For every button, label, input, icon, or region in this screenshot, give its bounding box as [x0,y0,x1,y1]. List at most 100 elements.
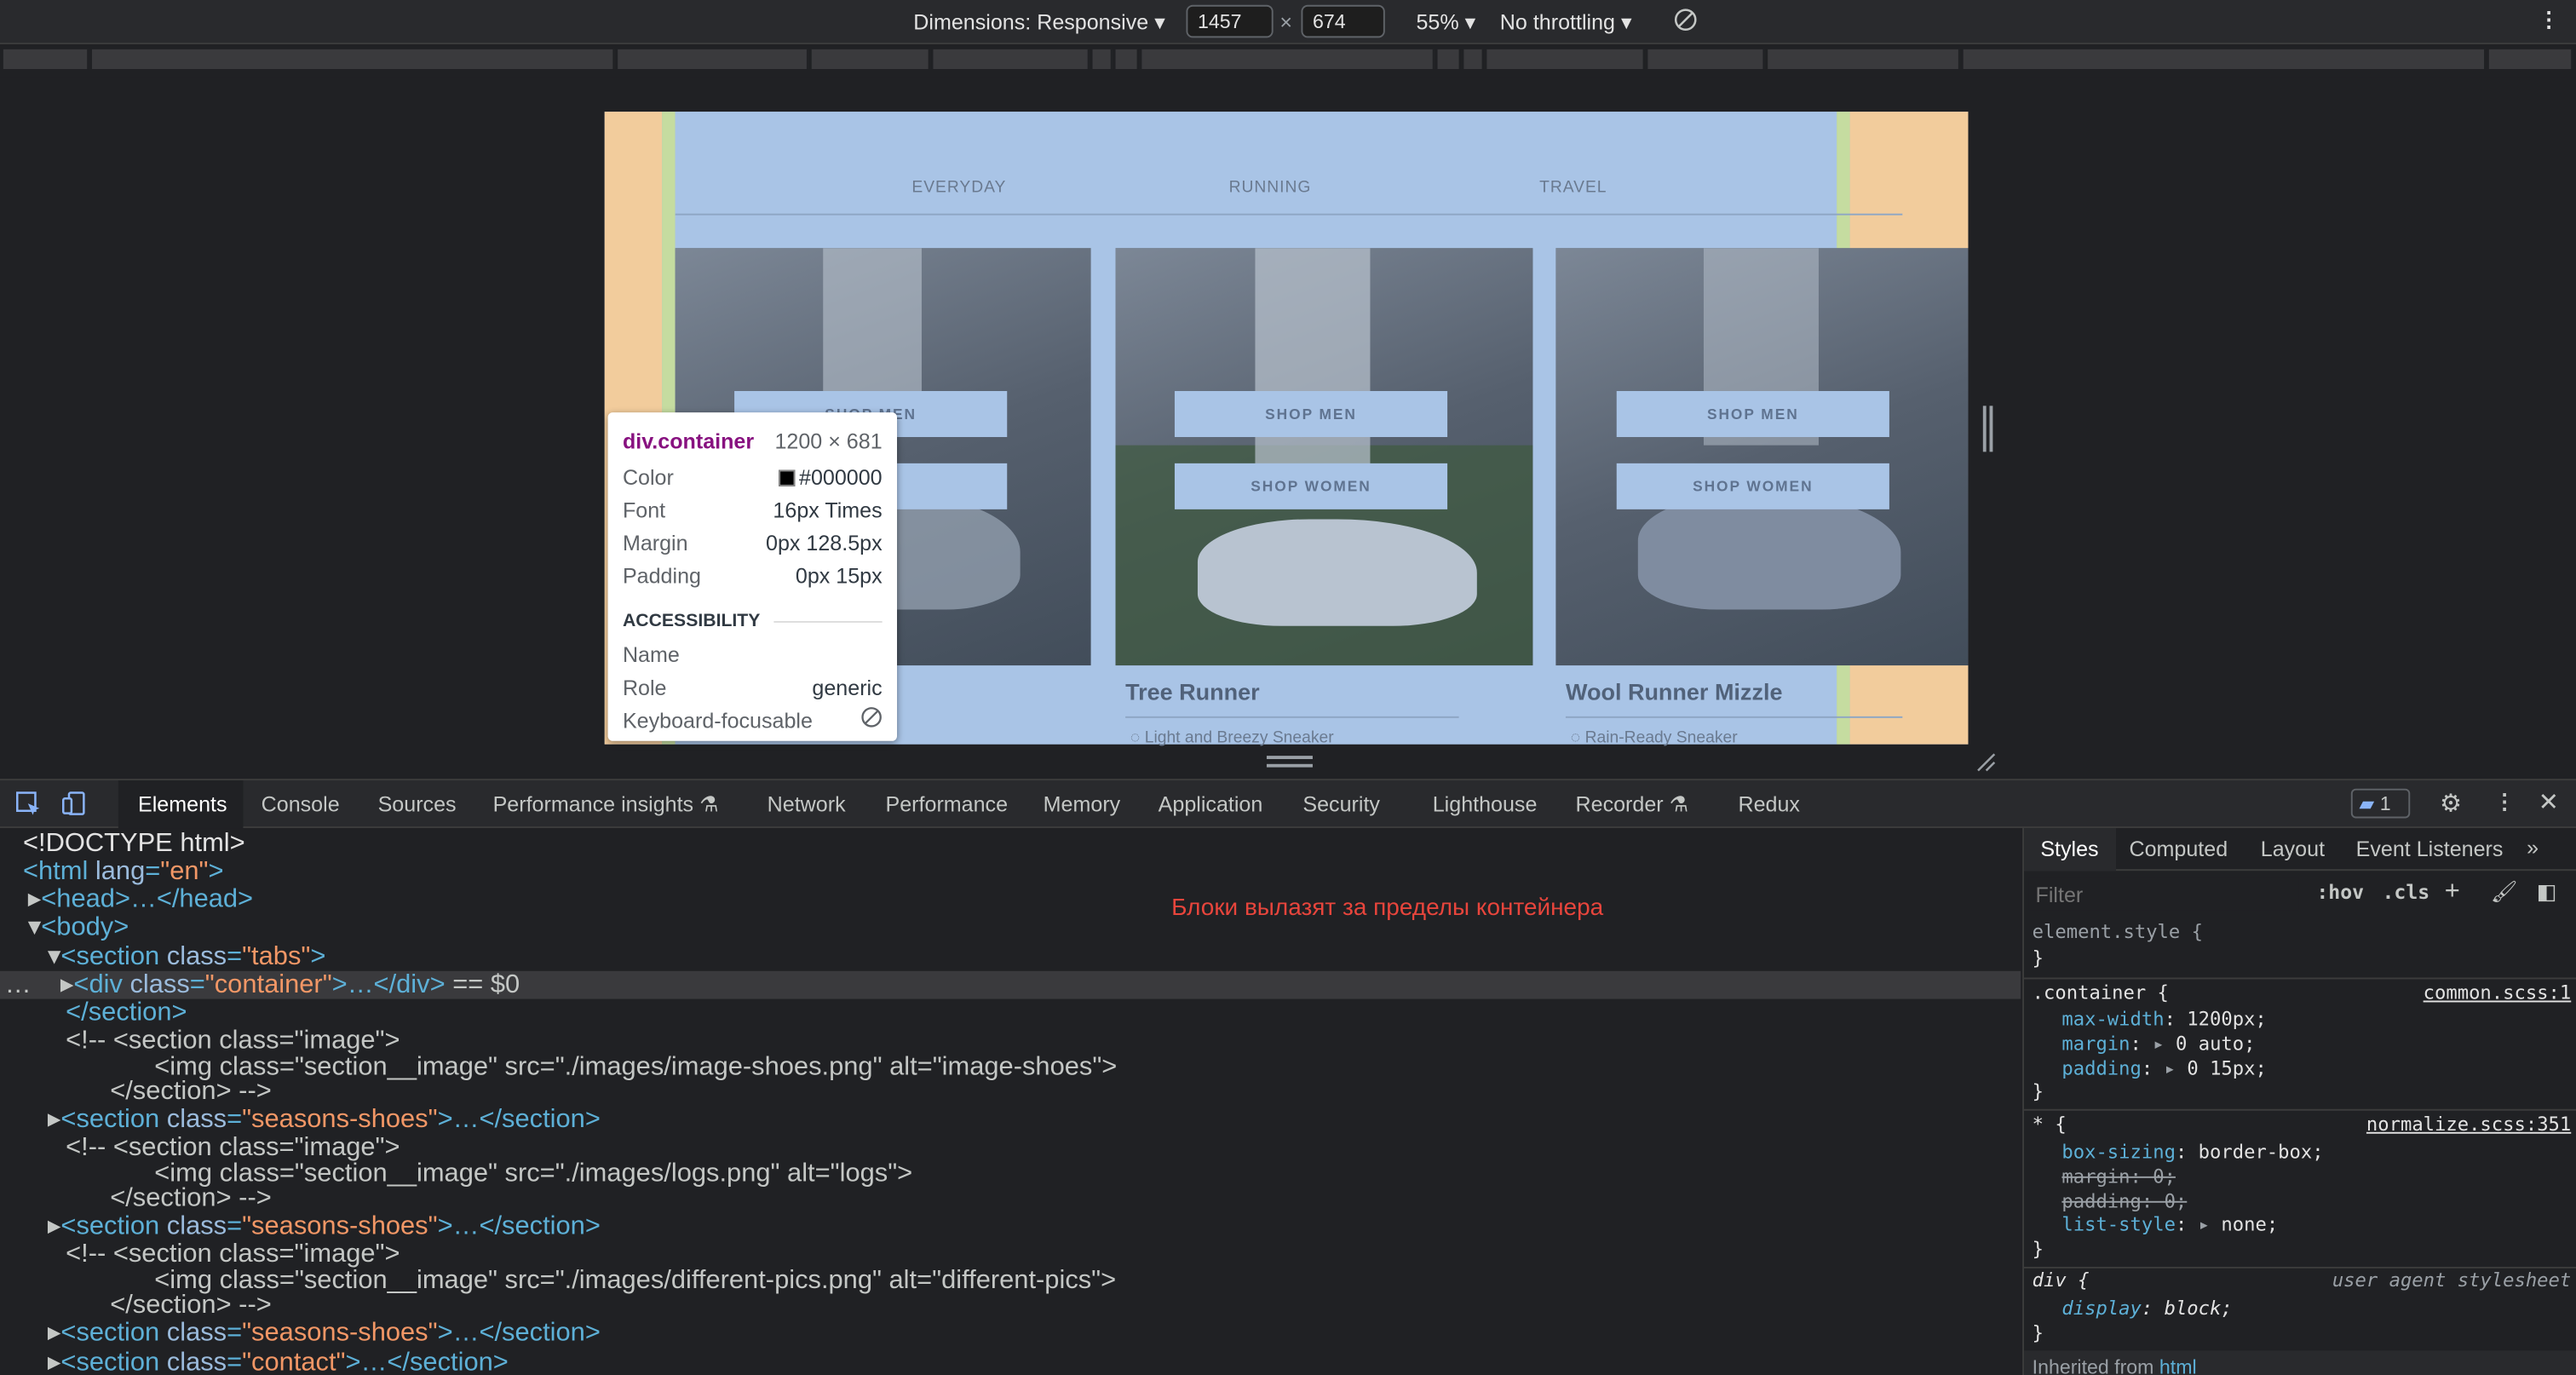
padding-value: 0px 15px [795,562,883,588]
dimensions-dropdown[interactable]: Dimensions: Responsive ▾ [913,10,1164,37]
dom-comment[interactable]: <img class="section__image" src="./image… [154,1267,1116,1295]
tab-elements[interactable]: Elements [138,792,227,817]
tab-computed[interactable]: Computed [2129,837,2228,861]
tab-running[interactable]: RUNNING [1229,179,1312,197]
dom-comment[interactable]: </section> --> [110,1078,272,1106]
css-declaration[interactable]: display: block; [2061,1297,2232,1321]
dom-comment[interactable]: <img class="section__image" src="./image… [154,1160,912,1188]
toggle-sidebar-icon[interactable]: ◧ [2537,879,2557,906]
universal-rule-selector[interactable]: * { [2033,1113,2067,1137]
tab-performance[interactable]: Performance [886,792,1009,817]
paint-brush-icon[interactable]: 🖌 [2491,879,2518,906]
dom-node[interactable]: ▸<head>…</head> [28,886,253,914]
dom-node[interactable]: ▸<section class="seasons-shoes">…</secti… [48,1212,601,1240]
width-input[interactable] [1186,4,1274,38]
inspect-element-icon[interactable] [14,791,41,822]
expand-arrow-icon[interactable]: ▸ [48,1320,60,1348]
rotate-icon[interactable] [1674,9,1697,37]
dom-node-selected[interactable]: … ▸<div class="container">…</div> == $0 [5,971,520,999]
collapse-arrow-icon[interactable]: ▾ [28,913,41,941]
more-tabs-icon[interactable]: » [2527,835,2539,860]
dom-node[interactable]: <html lang="en"> [23,858,224,886]
css-declaration[interactable]: padding: ▸ 0 15px; [2061,1056,2266,1081]
shop-women-button[interactable]: SHOP WOMEN [1174,463,1448,509]
dom-node[interactable]: ▾<body> [28,913,129,941]
product-image[interactable] [1115,248,1533,666]
tab-styles[interactable]: Styles [2040,837,2098,861]
height-input[interactable] [1301,4,1385,38]
tab-event-listeners[interactable]: Event Listeners [2356,837,2504,861]
dom-comment[interactable]: <!-- <section class="image"> [66,1027,400,1055]
dom-node[interactable]: ▾<section class="tabs"> [48,943,325,971]
tab-everyday[interactable]: EVERYDAY [911,179,1006,197]
shop-men-button[interactable]: SHOP MEN [1174,391,1448,438]
media-query-bar[interactable] [0,44,2576,78]
resize-handle-bottom[interactable] [1266,756,1313,768]
dom-comment[interactable]: <!-- <section class="image"> [66,1134,400,1162]
tab-layout[interactable]: Layout [2261,837,2325,861]
tooltip-size: 1200 × 681 [774,428,883,453]
inherited-tag-link[interactable]: html [2159,1355,2197,1375]
dom-comment[interactable]: </section> --> [110,1185,272,1213]
container-rule-selector[interactable]: .container { [2033,981,2169,1005]
tab-sources[interactable]: Sources [378,792,457,817]
expand-arrow-icon[interactable]: ▸ [28,886,41,914]
dom-comment[interactable]: </section> --> [110,1292,272,1320]
dom-comment[interactable]: <img class="section__image" src="./image… [154,1053,1117,1081]
role-value: generic [812,674,883,699]
dom-node[interactable]: <!DOCTYPE html> [23,830,245,858]
element-style-selector: element.style { [2032,920,2203,944]
new-rule-icon[interactable]: + [2445,877,2460,907]
tab-security[interactable]: Security [1302,792,1380,817]
cls-toggle[interactable]: .cls [2382,881,2429,904]
expand-arrow-icon[interactable]: ▸ [48,1349,60,1375]
dom-node[interactable]: ▸<section class="contact">…</section> [48,1349,509,1375]
tab-performance-insights[interactable]: Performance insights ⚗ [493,792,719,819]
tab-travel[interactable]: TRAVEL [1539,179,1607,197]
expand-arrow-icon[interactable]: ▸ [48,1212,60,1240]
expand-arrow-icon[interactable]: ▸ [60,971,73,999]
styles-filter-input[interactable] [2028,877,2299,911]
css-declaration[interactable]: box-sizing: border-box; [2061,1140,2323,1165]
dom-node[interactable]: </section> [66,999,187,1027]
dom-comment[interactable]: <!-- <section class="image"> [66,1240,400,1269]
zoom-dropdown[interactable]: 55% ▾ [1416,10,1475,37]
close-devtools-icon[interactable]: ✕ [2539,787,2559,817]
product-title[interactable]: Tree Runner [1125,679,1260,705]
more-options-icon[interactable]: ⋮ [2539,7,2560,33]
shop-women-button[interactable]: SHOP WOMEN [1616,463,1889,509]
device-toggle-icon[interactable] [60,791,87,822]
resize-corner-icon[interactable] [1976,751,1996,772]
dom-node[interactable]: ▸<section class="seasons-shoes">…</secti… [48,1106,601,1134]
close-brace: } [2032,1320,2044,1344]
tab-network[interactable]: Network [768,792,846,817]
more-menu-icon[interactable]: ⋮ [2494,789,2516,815]
settings-gear-icon[interactable]: ⚙ [2440,789,2462,819]
tab-memory[interactable]: Memory [1044,792,1121,817]
css-declaration[interactable]: list-style: ▸ none; [2061,1212,2278,1237]
css-declaration-overridden[interactable]: margin: 0; [2061,1165,2176,1189]
universal-rule-source[interactable]: normalize.scss:351 [2366,1113,2571,1137]
resize-handle-right[interactable] [1982,406,1993,452]
css-declaration[interactable]: max-width: 1200px; [2061,1007,2266,1032]
collapse-arrow-icon[interactable]: ▾ [48,943,60,971]
tab-application[interactable]: Application [1159,792,1263,817]
tab-redux[interactable]: Redux [1738,792,1799,817]
padding-label: Padding [622,562,701,588]
throttling-dropdown[interactable]: No throttling ▾ [1500,10,1632,37]
expand-arrow-icon[interactable]: ▸ [48,1106,60,1134]
margin-label: Margin [622,529,688,555]
tab-console[interactable]: Console [262,792,340,817]
css-declaration-overridden[interactable]: padding: 0; [2061,1189,2187,1214]
dom-node[interactable]: ▸<section class="seasons-shoes">…</secti… [48,1320,601,1348]
container-rule-source[interactable]: common.scss:1 [2424,981,2572,1005]
product-title[interactable]: Wool Runner Mizzle [1566,679,1783,705]
hov-toggle[interactable]: :hov [2316,881,2364,904]
issues-badge[interactable]: ▰ 1 [2350,788,2411,819]
css-declaration[interactable]: margin: ▸ 0 auto; [2061,1032,2255,1056]
tab-lighthouse[interactable]: Lighthouse [1433,792,1538,817]
tab-recorder[interactable]: Recorder ⚗ [1576,792,1689,819]
div-rule-selector[interactable]: div { [2033,1269,2090,1293]
product-image[interactable] [1555,248,1969,666]
shop-men-button[interactable]: SHOP MEN [1616,391,1889,438]
